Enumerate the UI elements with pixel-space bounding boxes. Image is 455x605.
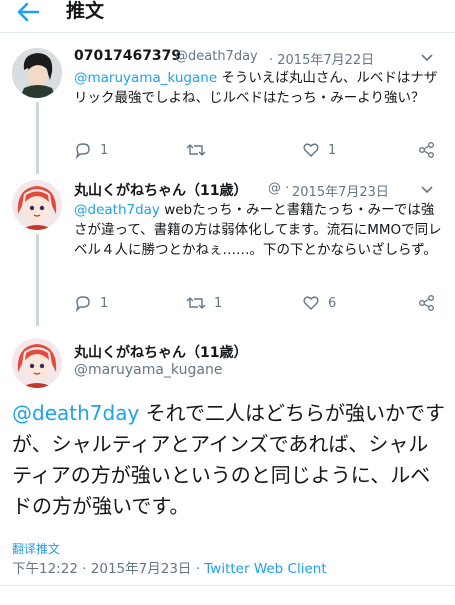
reply-button[interactable]: 1 <box>74 294 108 312</box>
reply-button[interactable]: 1 <box>74 141 108 159</box>
mention-link[interactable]: @maruyama_kugane <box>74 70 217 86</box>
mention-link[interactable]: @death7day <box>74 202 160 218</box>
main-avatar[interactable] <box>12 338 62 388</box>
main-tweet-text: @death7day それで二人はどちらが強いかですが、シャルティアとアインズで… <box>12 398 447 522</box>
tweet-actions: 1 1 <box>74 141 444 161</box>
main-author-handle[interactable]: @maruyama_kugane <box>74 362 222 378</box>
retweet-count: 1 <box>214 295 223 311</box>
thread-line <box>36 102 39 174</box>
page-title: 推文 <box>66 0 105 22</box>
retweet-button[interactable]: 1 <box>186 294 222 312</box>
reply-icon <box>75 143 90 159</box>
retweet-icon <box>186 144 206 156</box>
main-mention-link[interactable]: @death7day <box>12 401 139 425</box>
heart-icon <box>303 143 319 157</box>
chevron-down-icon[interactable] <box>420 185 434 195</box>
timestamp-text: 下午12:22 · 2015年7月23日 · <box>12 561 205 577</box>
tweet-2[interactable]: 丸山くがねちゃん（11歳） @ · 2015年7月23日 @death7day … <box>0 172 455 326</box>
thread-line <box>36 234 39 326</box>
retweet-button[interactable] <box>186 141 214 159</box>
avatar[interactable] <box>12 48 62 98</box>
share-button[interactable] <box>418 141 436 159</box>
author-name[interactable]: 丸山くがねちゃん（11歳） <box>74 180 247 200</box>
like-count: 1 <box>328 142 337 158</box>
like-button[interactable]: 1 <box>302 141 336 159</box>
reply-count: 1 <box>100 295 109 311</box>
avatar[interactable] <box>12 180 62 230</box>
back-arrow-icon[interactable] <box>14 0 42 26</box>
tweet-timestamp: 下午12:22 · 2015年7月23日 · Twitter Web Clien… <box>12 557 327 577</box>
divider <box>0 32 455 33</box>
share-button[interactable] <box>418 294 436 312</box>
tweet-actions: 1 1 6 <box>74 294 444 314</box>
reply-icon <box>75 296 90 312</box>
tweet-text: @maruyama_kugane そういえば丸山さん、ルベドはナザリック最強でし… <box>74 68 444 108</box>
tweet-1[interactable]: 07017467379 @death7day · 2015年7月22日 @mar… <box>0 40 455 174</box>
like-count: 6 <box>328 295 337 311</box>
top-bar: 推文 <box>0 0 455 28</box>
tweet-date[interactable]: · 2015年7月22日 <box>269 49 374 68</box>
like-button[interactable]: 6 <box>302 294 336 312</box>
share-icon <box>419 295 434 311</box>
client-link[interactable]: Twitter Web Client <box>204 561 326 577</box>
tweet-text: @death7day webたっち・みーと書籍たっち・みーでは強さが違って、書籍… <box>74 200 444 260</box>
share-icon <box>419 142 434 158</box>
reply-count: 1 <box>100 142 109 158</box>
tweet-date[interactable]: 2015年7月23日 <box>292 181 389 200</box>
translate-link[interactable]: 翻译推文 <box>12 540 60 557</box>
heart-icon <box>303 296 319 310</box>
main-author-name[interactable]: 丸山くがねちゃん（11歳） <box>74 342 247 362</box>
author-handle[interactable]: @ · <box>268 181 289 196</box>
author-name[interactable]: 07017467379 <box>74 48 181 64</box>
divider <box>0 585 455 586</box>
retweet-icon <box>186 297 206 309</box>
chevron-down-icon[interactable] <box>420 53 434 63</box>
author-handle[interactable]: @death7day <box>175 49 258 64</box>
